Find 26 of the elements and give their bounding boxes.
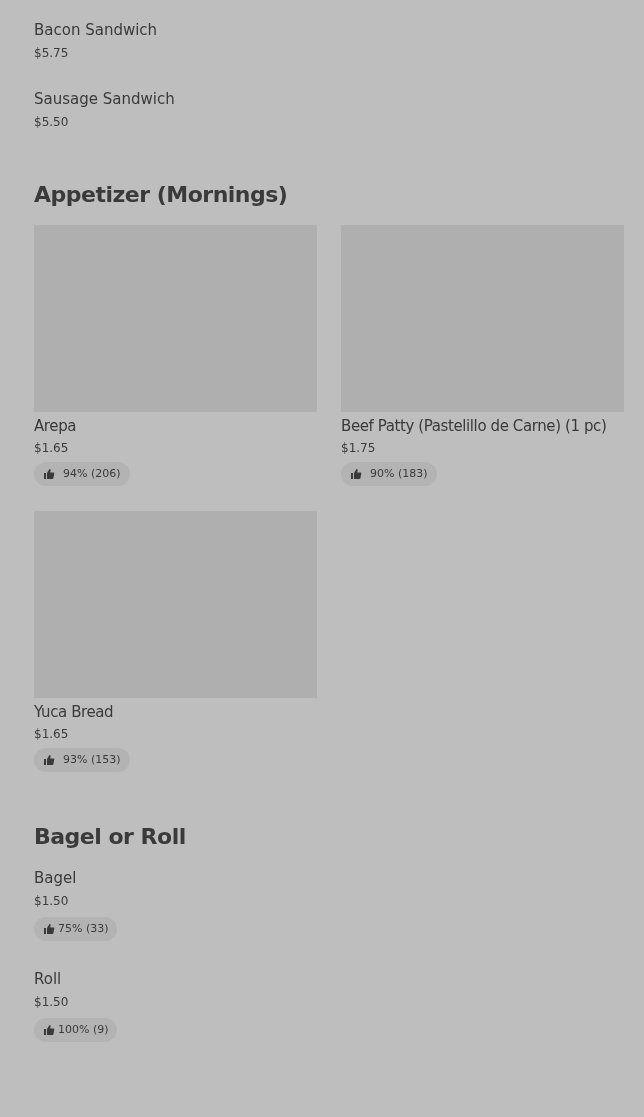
rating-badge: 75% (33): [34, 917, 117, 941]
item-name: Beef Patty (Pastelillo de Carne) (1 pc): [341, 416, 608, 436]
rating-badge: 90% (183): [341, 462, 437, 486]
item-name: Arepa: [34, 416, 78, 436]
rating-badge: 93% (153): [34, 748, 130, 772]
item-name: Bagel: [34, 868, 78, 889]
item-name: Bacon Sandwich: [34, 20, 159, 41]
item-name: Roll: [34, 969, 63, 990]
item-price: $5.50: [34, 114, 70, 131]
rating-badge: 94% (206): [34, 462, 130, 486]
item-price: $5.75: [34, 45, 70, 62]
item-price: $1.75: [341, 440, 377, 457]
thumbs-up-icon: [43, 468, 55, 480]
item-price: $1.50: [34, 994, 70, 1011]
item-name: Sausage Sandwich: [34, 89, 176, 110]
thumbs-up-icon: [43, 923, 55, 935]
item-price: $1.65: [34, 726, 70, 743]
section-heading: Appetizer (Mornings): [34, 181, 289, 209]
section-heading: Bagel or Roll: [34, 823, 187, 851]
thumbs-up-icon: [43, 1024, 55, 1036]
thumbs-up-icon: [350, 468, 362, 480]
item-price: $1.50: [34, 893, 70, 910]
item-price: $1.65: [34, 440, 70, 457]
item-name: Yuca Bread: [34, 702, 115, 722]
thumbs-up-icon: [43, 754, 55, 766]
rating-badge: 100% (9): [34, 1018, 117, 1042]
